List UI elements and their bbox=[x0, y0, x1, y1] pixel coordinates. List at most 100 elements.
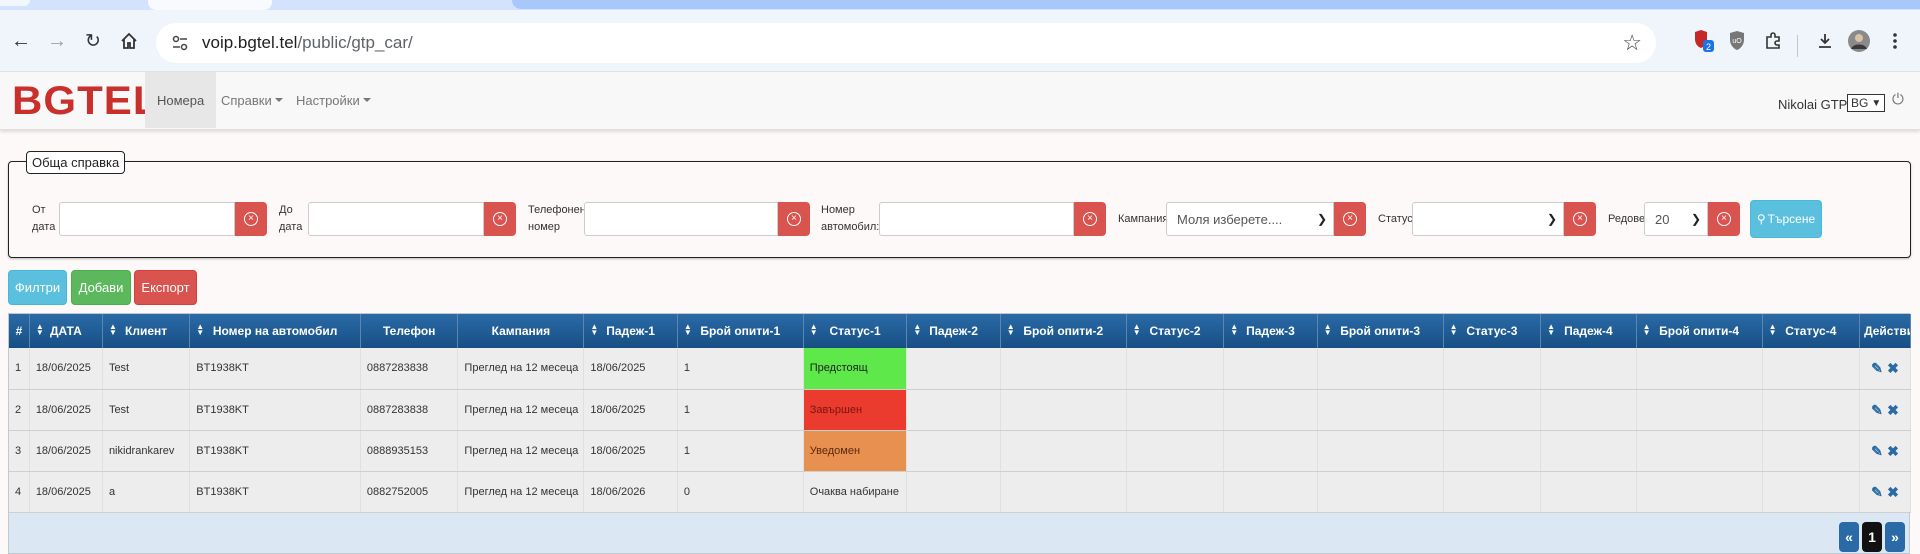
from-date-input[interactable] bbox=[59, 202, 235, 236]
phone-input[interactable] bbox=[584, 202, 778, 236]
toolbar-separator bbox=[1797, 35, 1798, 57]
cell-car: BT1938KT bbox=[189, 430, 361, 472]
campaign-select[interactable]: Моля изберете.... ❯ bbox=[1166, 202, 1334, 236]
cell-number: 3 bbox=[9, 430, 30, 472]
edit-icon[interactable]: ✎ bbox=[1870, 361, 1884, 375]
col-header-due3[interactable]: ▲ ▼ Падеж-3 bbox=[1223, 314, 1318, 348]
ublock-icon[interactable]: uO bbox=[1724, 28, 1750, 54]
col-header-status3[interactable]: ▲ ▼ Статус-3 bbox=[1443, 314, 1542, 348]
sort-icon[interactable]: ▲ ▼ bbox=[590, 323, 598, 337]
car-number-input[interactable] bbox=[879, 202, 1074, 236]
col-header-due2[interactable]: ▲ ▼ Падеж-2 bbox=[906, 314, 1001, 348]
clear-to-date-button[interactable]: × bbox=[484, 202, 516, 236]
sort-icon[interactable]: ▲ ▼ bbox=[684, 323, 692, 337]
col-header-tries2[interactable]: ▲ ▼ Брой опити-2 bbox=[1000, 314, 1127, 348]
delete-icon[interactable]: ✖ bbox=[1886, 403, 1900, 417]
nav-settings[interactable]: Настройки bbox=[284, 72, 383, 128]
cell-due2 bbox=[906, 430, 1001, 472]
to-date-input[interactable] bbox=[308, 202, 484, 236]
sort-icon[interactable]: ▲ ▼ bbox=[1643, 323, 1651, 337]
reload-icon[interactable]: ↻ bbox=[78, 26, 108, 56]
sort-icon[interactable]: ▲ ▼ bbox=[810, 323, 818, 337]
cell-status4 bbox=[1762, 471, 1861, 513]
col-header-due4[interactable]: ▲ ▼ Падеж-4 bbox=[1540, 314, 1637, 348]
pagination-prev[interactable]: « bbox=[1839, 522, 1859, 552]
bookmark-star-icon[interactable]: ☆ bbox=[1622, 30, 1642, 56]
language-select[interactable]: BG ▼ bbox=[1847, 94, 1885, 112]
nav-reports[interactable]: Справки bbox=[209, 72, 295, 128]
edit-icon[interactable]: ✎ bbox=[1870, 403, 1884, 417]
status-select[interactable]: ❯ bbox=[1412, 202, 1564, 236]
address-bar[interactable]: voip.bgtel.tel/public/gtp_car/ ☆ bbox=[156, 23, 1656, 63]
rows-value: 20 bbox=[1655, 211, 1670, 227]
col-header-status4[interactable]: ▲ ▼ Статус-4 bbox=[1762, 314, 1861, 348]
sort-icon[interactable]: ▲ ▼ bbox=[1450, 323, 1458, 337]
col-header-status2[interactable]: ▲ ▼ Статус-2 bbox=[1126, 314, 1225, 348]
sort-icon[interactable]: ▲ ▼ bbox=[913, 323, 921, 337]
search-button[interactable]: ⚲ Търсене bbox=[1750, 200, 1822, 238]
back-icon[interactable]: ← bbox=[6, 26, 36, 56]
col-header-client[interactable]: ▲ ▼ Клиент bbox=[102, 314, 191, 348]
profile-avatar[interactable] bbox=[1846, 28, 1872, 54]
nav-numbers[interactable]: Номера bbox=[145, 72, 217, 128]
inactive-tab[interactable] bbox=[512, 0, 1920, 9]
sort-icon[interactable]: ▲ ▼ bbox=[36, 323, 44, 337]
edit-icon[interactable]: ✎ bbox=[1870, 485, 1884, 499]
power-icon[interactable]: ⏻ bbox=[1892, 91, 1904, 108]
active-tab[interactable] bbox=[148, 0, 272, 10]
url-text[interactable]: voip.bgtel.tel/public/gtp_car/ bbox=[202, 33, 413, 53]
bgtel-logo[interactable]: BGTEL bbox=[12, 81, 160, 121]
home-icon[interactable] bbox=[114, 26, 144, 56]
clear-status-button[interactable]: × bbox=[1564, 202, 1596, 236]
col-header-tries1[interactable]: ▲ ▼ Брой опити-1 bbox=[677, 314, 804, 348]
browser-menu-icon[interactable] bbox=[1882, 28, 1908, 54]
clear-car-number-button[interactable]: × bbox=[1074, 202, 1106, 236]
table-row[interactable]: 1 18/06/2025 Test BT1938KT 0887283838 Пр… bbox=[9, 348, 1911, 390]
col-header-phone[interactable]: Телефон bbox=[360, 314, 459, 348]
rows-select[interactable]: 20 ❯ bbox=[1644, 202, 1708, 236]
col-header-date[interactable]: ▲ ▼ ДАТА bbox=[29, 314, 103, 348]
sort-icon[interactable]: ▲ ▼ bbox=[1230, 323, 1238, 337]
user-name[interactable]: Nikolai GTP bbox=[1778, 97, 1847, 112]
pagination-next[interactable]: » bbox=[1885, 522, 1905, 552]
download-icon[interactable] bbox=[1812, 28, 1838, 54]
edit-icon[interactable]: ✎ bbox=[1870, 444, 1884, 458]
sort-icon[interactable]: ▲ ▼ bbox=[1547, 323, 1555, 337]
add-button[interactable]: Добави bbox=[71, 270, 131, 305]
col-header-tries4[interactable]: ▲ ▼ Брой опити-4 bbox=[1636, 314, 1763, 348]
delete-icon[interactable]: ✖ bbox=[1886, 444, 1900, 458]
sort-icon[interactable]: ▲ ▼ bbox=[1133, 323, 1141, 337]
table-row[interactable]: 4 18/06/2025 a BT1938KT 0882752005 Прегл… bbox=[9, 471, 1911, 513]
site-settings-icon[interactable] bbox=[162, 25, 198, 61]
sort-icon[interactable]: ▲ ▼ bbox=[1324, 323, 1332, 337]
sort-icon[interactable]: ▲ ▼ bbox=[1769, 323, 1777, 337]
pagination-current[interactable]: 1 bbox=[1862, 522, 1882, 552]
extensions-puzzle-icon[interactable] bbox=[1760, 28, 1786, 54]
delete-icon[interactable]: ✖ bbox=[1886, 485, 1900, 499]
col-header-car[interactable]: ▲ ▼ Номер на автомобил bbox=[189, 314, 361, 348]
sort-icon[interactable]: ▲ ▼ bbox=[1007, 323, 1015, 337]
col-header-due1[interactable]: ▲ ▼ Падеж-1 bbox=[583, 314, 678, 348]
cell-tries3 bbox=[1317, 389, 1444, 431]
table-row[interactable]: 2 18/06/2025 Test BT1938KT 0887283838 Пр… bbox=[9, 389, 1911, 431]
shield-extension-icon[interactable]: 2 bbox=[1690, 28, 1716, 54]
col-header-campaign[interactable]: Кампания bbox=[457, 314, 585, 348]
cell-tries4 bbox=[1636, 389, 1763, 431]
filter-button[interactable]: Филтри bbox=[8, 270, 67, 305]
sort-icon[interactable]: ▲ ▼ bbox=[109, 323, 117, 337]
clear-campaign-button[interactable]: × bbox=[1334, 202, 1366, 236]
sort-icon[interactable]: ▲ ▼ bbox=[196, 323, 204, 337]
table-row[interactable]: 3 18/06/2025 nikidrankarev BT1938KT 0888… bbox=[9, 430, 1911, 472]
col-header-tries3[interactable]: ▲ ▼ Брой опити-3 bbox=[1317, 314, 1444, 348]
forward-icon[interactable]: → bbox=[42, 26, 72, 56]
tab-edge bbox=[0, 0, 30, 6]
cell-due3 bbox=[1223, 471, 1318, 513]
col-header-status1[interactable]: ▲ ▼ Статус-1 bbox=[803, 314, 908, 348]
clear-rows-button[interactable]: × bbox=[1708, 202, 1740, 236]
clear-phone-button[interactable]: × bbox=[778, 202, 810, 236]
delete-icon[interactable]: ✖ bbox=[1886, 361, 1900, 375]
clear-from-date-button[interactable]: × bbox=[235, 202, 267, 236]
cell-actions: ✎ ✖ bbox=[1859, 471, 1911, 513]
app-navbar: BGTEL Номера Справки Настройки Nikolai G… bbox=[0, 72, 1920, 130]
export-button[interactable]: Експорт bbox=[134, 270, 197, 305]
